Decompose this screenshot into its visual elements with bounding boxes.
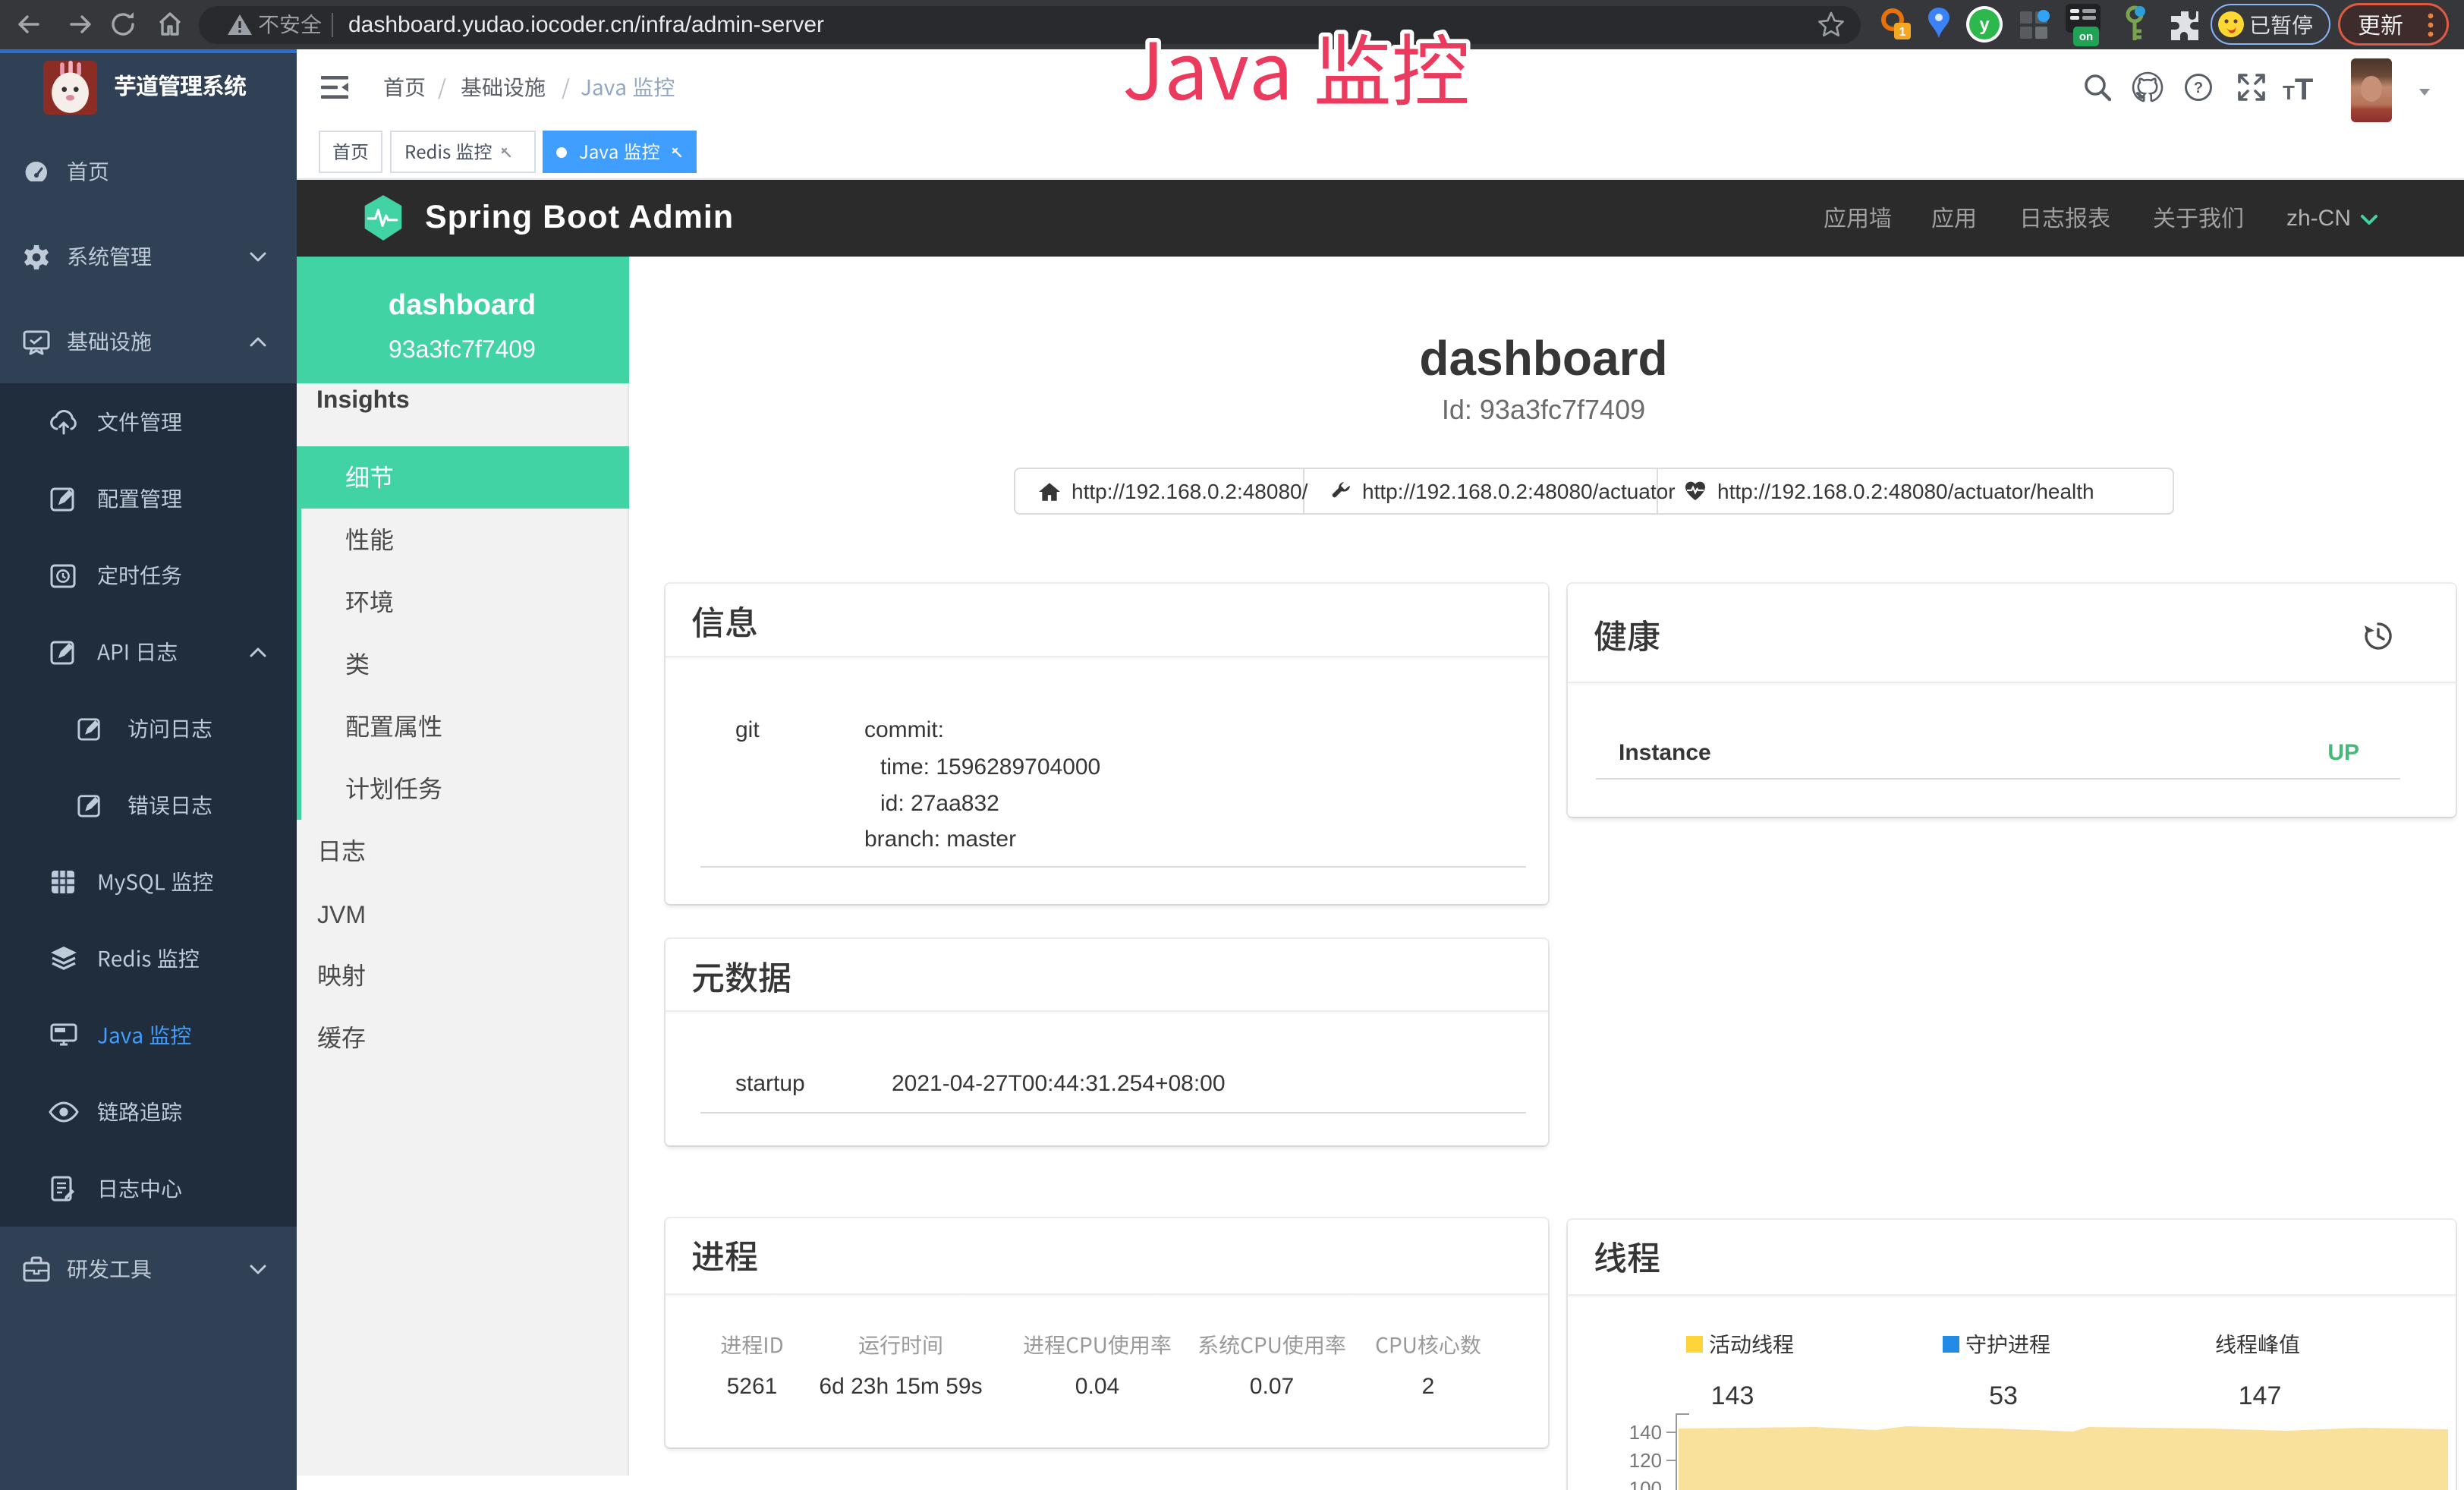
svg-text:?: ? [2194, 80, 2203, 96]
svg-text:y: y [1979, 14, 1990, 35]
svg-text:on: on [2079, 30, 2093, 43]
svg-text:1: 1 [1899, 26, 1906, 39]
